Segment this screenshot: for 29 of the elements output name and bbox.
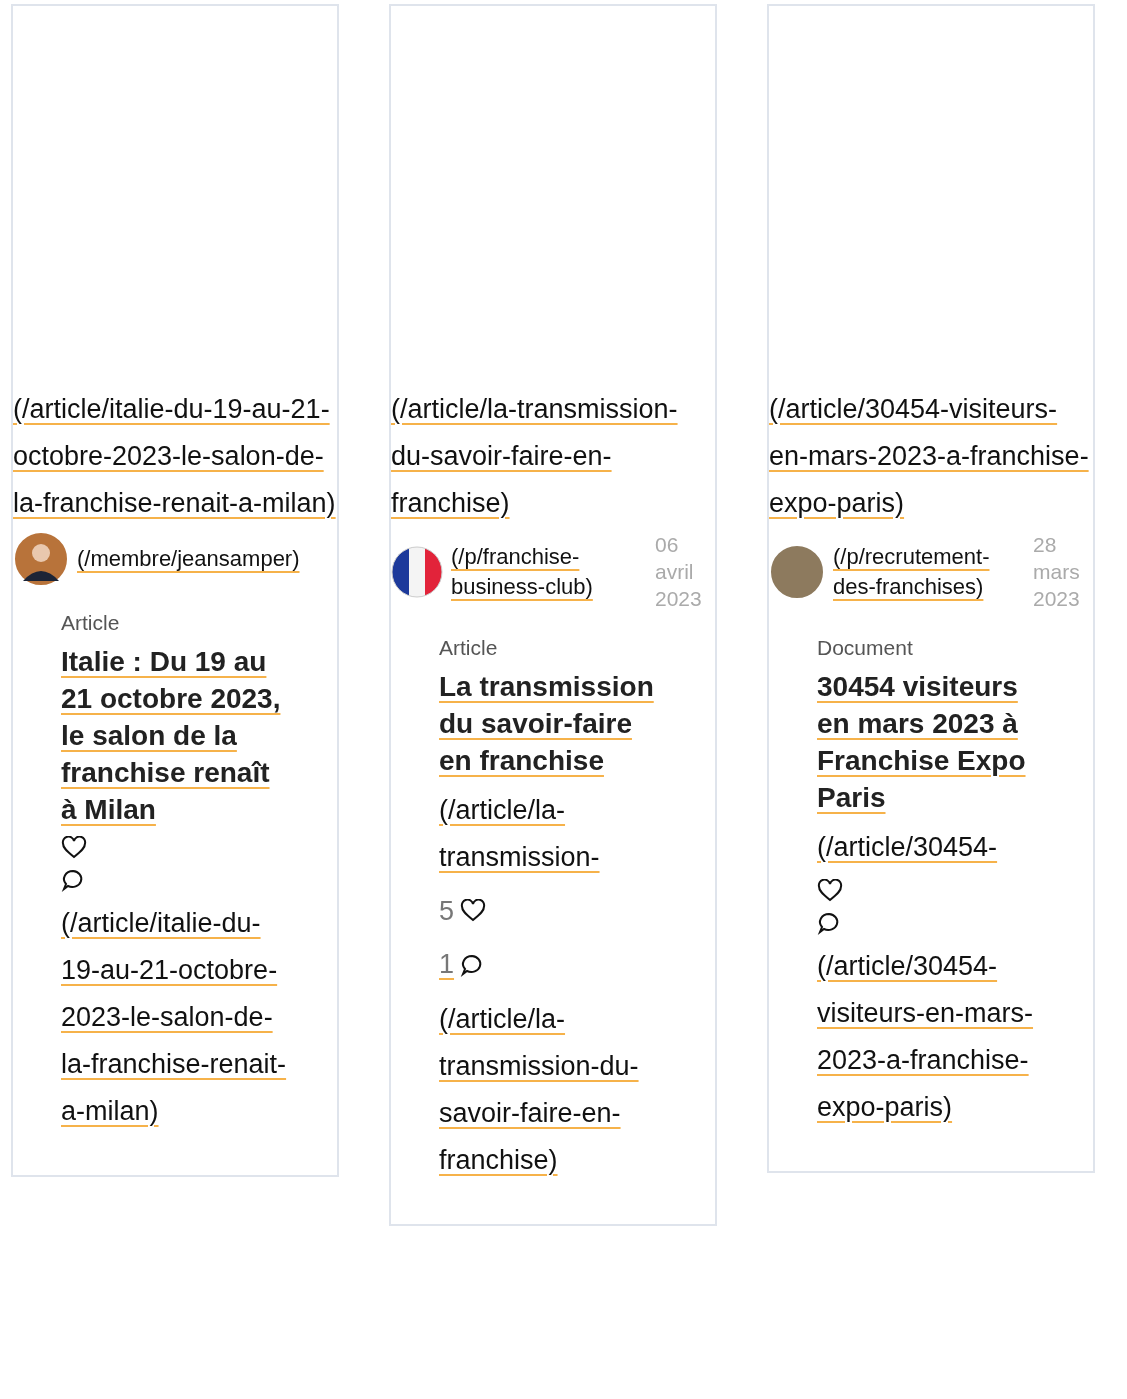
image-link[interactable]: (/article/la-transmission-du-savoir-faire-en-franchise) — [391, 386, 715, 527]
date-text: 06 avril 2023 — [655, 532, 703, 612]
author-link[interactable]: (/membre/jeansamper) — [77, 544, 337, 574]
avatar-icon[interactable] — [13, 531, 69, 587]
article-title-link[interactable]: Italie : Du 19 au 21 octobre 2023, le salon de la franchise renaît à Milan — [61, 643, 289, 828]
article-link[interactable]: (/article/30454- — [817, 824, 998, 871]
heart-icon[interactable] — [61, 836, 87, 860]
heart-icon[interactable] — [817, 879, 843, 903]
like-count: 5 — [439, 895, 455, 928]
article-title-link[interactable]: 30454 visiteurs en mars 2023 à Franchise Expo Paris — [817, 668, 1045, 816]
article-link[interactable]: (/article/la-transmission- — [439, 787, 667, 881]
type-label: Article — [439, 636, 498, 660]
heart-icon[interactable] — [460, 899, 487, 923]
article-link[interactable]: (/article/30454-visiteurs-en-mars-2023-a-franchise-expo-paris) — [817, 943, 1045, 1131]
comment-icon[interactable] — [61, 868, 85, 892]
author-link[interactable]: (/p/recrutement-des-franchises) — [833, 541, 1025, 602]
photo-placeholder[interactable] — [769, 543, 825, 600]
date-text: 28 mars 2023 — [1033, 532, 1081, 612]
comment-count[interactable]: 1 — [439, 941, 455, 988]
article-title-link[interactable]: La transmission du savoir-faire en franchise — [439, 668, 667, 779]
type-label: Article — [61, 611, 120, 635]
image-link[interactable]: (/article/italie-du-19-au-21-octobre-2023-le-salon-de-la-franchise-renait-a-milan) — [13, 386, 337, 527]
comment-icon[interactable] — [817, 911, 841, 935]
article-link[interactable]: (/article/italie-du-19-au-21-octobre-2023-le-salon-de-la-franchise-renait-a-milan) — [61, 900, 289, 1135]
image-link[interactable]: (/article/30454-visiteurs-en-mars-2023-a-franchise-expo-paris) — [769, 386, 1093, 527]
author-link[interactable]: (/p/franchise-business-club) — [451, 541, 647, 602]
type-label: Document — [817, 636, 913, 660]
flag-icon[interactable] — [391, 545, 443, 598]
article-link[interactable]: (/article/la-transmission-du-savoir-faire-en-franchise) — [439, 996, 667, 1184]
